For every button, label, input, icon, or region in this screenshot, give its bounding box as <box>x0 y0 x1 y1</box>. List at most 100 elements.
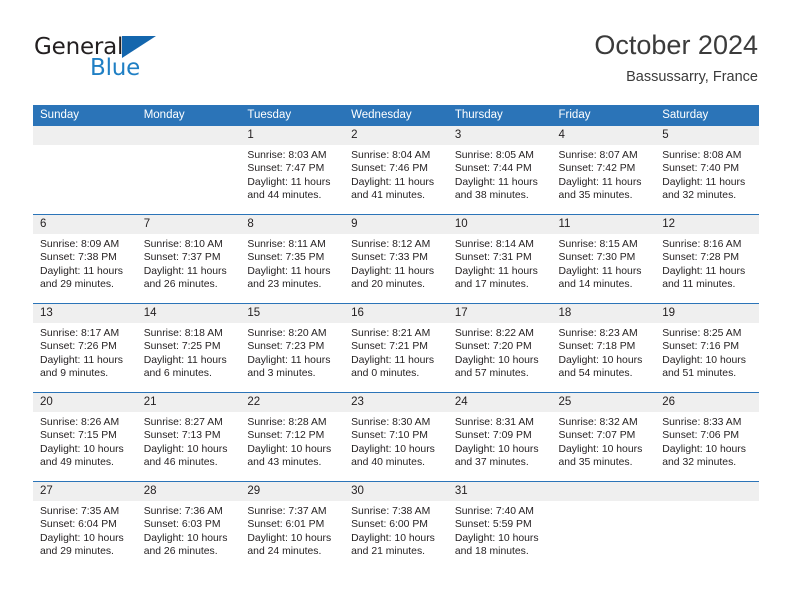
daylight-text: Daylight: 10 hours <box>247 532 332 544</box>
day-details: Sunrise: 8:04 AM Sunset: 7:46 PM Daylight:… <box>344 145 448 203</box>
calendar-day-cell[interactable]: 14 Sunrise: 8:18 AM Sunset: 7:25 PM Dayligh… <box>136 303 241 393</box>
sunset-text: Sunset: 7:07 PM <box>558 430 636 442</box>
calendar-day-cell[interactable]: 21 Sunrise: 8:27 AM Sunset: 7:13 PM Dayligh… <box>136 392 241 482</box>
calendar-day-cell[interactable]: 13 Sunrise: 8:17 AM Sunset: 7:26 PM Dayligh… <box>33 303 137 393</box>
sunset-text: Sunset: 7:21 PM <box>351 341 428 353</box>
sunset-text: Sunset: 6:01 PM <box>247 519 325 531</box>
general-blue-logo[interactable]: General Blue <box>34 32 234 90</box>
calendar-day-cell[interactable]: 10 Sunrise: 8:14 AM Sunset: 7:31 PM Dayligh… <box>447 214 552 304</box>
calendar-day-cell[interactable]: 5 Sunrise: 8:08 AM Sunset: 7:40 PM Daylight… <box>655 126 759 215</box>
day-details: Sunrise: 8:03 AM Sunset: 7:47 PM Daylight:… <box>240 145 344 203</box>
weekday-header-wednesday: Wednesday <box>344 105 448 126</box>
sunset-text: Sunset: 7:10 PM <box>351 430 428 442</box>
calendar-day-cell[interactable]: 16 Sunrise: 8:21 AM Sunset: 7:21 PM Dayligh… <box>344 303 448 393</box>
daylight-text: Daylight: 11 hours <box>351 265 435 277</box>
calendar-day-cell[interactable]: 23 Sunrise: 8:30 AM Sunset: 7:10 PM Dayligh… <box>344 392 448 482</box>
calendar-day-cell[interactable]: 26 Sunrise: 8:33 AM Sunset: 7:06 PM Dayligh… <box>655 392 759 482</box>
sunset-text: Sunset: 7:13 PM <box>143 430 221 442</box>
calendar-day-cell[interactable]: 30 Sunrise: 7:38 AM Sunset: 6:00 PM Dayligh… <box>344 481 448 570</box>
day-number: 12 <box>655 215 759 234</box>
daylight-text-cont: and 29 minutes. <box>40 546 114 558</box>
daylight-text-cont: and 41 minutes. <box>351 190 426 202</box>
sunrise-text: Sunrise: 7:38 AM <box>351 506 431 517</box>
calendar-day-cell[interactable]: 22 Sunrise: 8:28 AM Sunset: 7:12 PM Dayligh… <box>240 392 345 482</box>
calendar-day-cell[interactable]: 4 Sunrise: 8:07 AM Sunset: 7:42 PM Daylight… <box>551 126 656 215</box>
daylight-text-cont: and 35 minutes. <box>558 457 633 469</box>
calendar-day-cell[interactable]: 3 Sunrise: 8:05 AM Sunset: 7:44 PM Daylight… <box>447 126 552 215</box>
day-details: Sunrise: 8:31 AM Sunset: 7:09 PM Daylight:… <box>448 412 552 470</box>
day-number <box>551 482 656 501</box>
sunrise-text: Sunrise: 8:25 AM <box>662 328 742 339</box>
sunrise-text: Sunrise: 7:40 AM <box>454 506 534 517</box>
sunset-text: Sunset: 6:00 PM <box>351 519 428 531</box>
calendar-week-row: 20 Sunrise: 8:26 AM Sunset: 7:15 PM Dayligh… <box>33 392 759 482</box>
daylight-text-cont: and 17 minutes. <box>454 279 529 291</box>
calendar-day-cell[interactable]: 12 Sunrise: 8:16 AM Sunset: 7:28 PM Dayligh… <box>655 214 759 304</box>
day-details: Sunrise: 8:14 AM Sunset: 7:31 PM Daylight:… <box>448 234 552 292</box>
sunrise-text: Sunrise: 8:04 AM <box>351 150 431 161</box>
calendar-day-cell[interactable]: 31 Sunrise: 7:40 AM Sunset: 5:59 PM Dayligh… <box>447 481 552 570</box>
calendar-day-cell[interactable]: 2 Sunrise: 8:04 AM Sunset: 7:46 PM Daylight… <box>344 126 448 215</box>
calendar-day-cell[interactable]: 15 Sunrise: 8:20 AM Sunset: 7:23 PM Dayligh… <box>240 303 345 393</box>
calendar-day-cell[interactable]: 18 Sunrise: 8:23 AM Sunset: 7:18 PM Dayligh… <box>551 303 656 393</box>
sunrise-text: Sunrise: 8:26 AM <box>40 417 120 428</box>
daylight-text: Daylight: 10 hours <box>247 443 332 455</box>
calendar-day-cell[interactable]: 8 Sunrise: 8:11 AM Sunset: 7:35 PM Daylight… <box>240 214 345 304</box>
sunrise-text: Sunrise: 8:12 AM <box>351 239 431 250</box>
calendar-day-cell[interactable]: 17 Sunrise: 8:22 AM Sunset: 7:20 PM Dayligh… <box>447 303 552 393</box>
calendar-day-cell[interactable]: 6 Sunrise: 8:09 AM Sunset: 7:38 PM Daylight… <box>33 214 137 304</box>
daylight-text-cont: and 44 minutes. <box>247 190 322 202</box>
sunset-text: Sunset: 7:16 PM <box>662 341 740 353</box>
daylight-text: Daylight: 10 hours <box>351 443 435 455</box>
day-number: 16 <box>344 304 448 323</box>
calendar-day-cell[interactable]: 19 Sunrise: 8:25 AM Sunset: 7:16 PM Dayligh… <box>655 303 759 393</box>
daylight-text-cont: and 35 minutes. <box>558 190 633 202</box>
sunset-text: Sunset: 7:12 PM <box>247 430 325 442</box>
daylight-text: Daylight: 10 hours <box>143 532 228 544</box>
calendar-day-cell[interactable]: 11 Sunrise: 8:15 AM Sunset: 7:30 PM Dayligh… <box>551 214 656 304</box>
calendar-day-cell[interactable]: 1 Sunrise: 8:03 AM Sunset: 7:47 PM Daylight… <box>240 126 345 215</box>
daylight-text: Daylight: 11 hours <box>247 354 331 366</box>
calendar-week-row: 6 Sunrise: 8:09 AM Sunset: 7:38 PM Daylight… <box>33 214 759 304</box>
day-details: Sunrise: 8:10 AM Sunset: 7:37 PM Daylight:… <box>137 234 241 292</box>
weekday-header-row: Sunday Monday Tuesday Wednesday Thursday… <box>33 105 759 126</box>
calendar-day-cell[interactable]: 25 Sunrise: 8:32 AM Sunset: 7:07 PM Dayligh… <box>551 392 656 482</box>
sunrise-text: Sunrise: 8:20 AM <box>247 328 327 339</box>
daylight-text-cont: and 57 minutes. <box>454 368 529 380</box>
calendar-day-cell[interactable]: 24 Sunrise: 8:31 AM Sunset: 7:09 PM Dayligh… <box>447 392 552 482</box>
weekday-header-saturday: Saturday <box>655 105 759 126</box>
daylight-text-cont: and 46 minutes. <box>143 457 218 469</box>
daylight-text: Daylight: 11 hours <box>247 265 331 277</box>
day-number: 9 <box>344 215 448 234</box>
logo-text-blue: Blue <box>90 55 141 81</box>
day-details: Sunrise: 8:17 AM Sunset: 7:26 PM Daylight:… <box>33 323 137 381</box>
day-number: 19 <box>655 304 759 323</box>
day-number: 11 <box>551 215 656 234</box>
calendar-day-cell[interactable]: 28 Sunrise: 7:36 AM Sunset: 6:03 PM Dayligh… <box>136 481 241 570</box>
day-details: Sunrise: 7:40 AM Sunset: 5:59 PM Daylight:… <box>448 501 552 559</box>
sunrise-text: Sunrise: 8:27 AM <box>143 417 223 428</box>
daylight-text: Daylight: 11 hours <box>247 176 331 188</box>
sunset-text: Sunset: 7:35 PM <box>247 252 325 264</box>
sunrise-text: Sunrise: 8:31 AM <box>454 417 534 428</box>
sunrise-text: Sunrise: 8:32 AM <box>558 417 638 428</box>
calendar-day-cell[interactable]: 29 Sunrise: 7:37 AM Sunset: 6:01 PM Dayligh… <box>240 481 345 570</box>
day-number: 8 <box>240 215 345 234</box>
sunrise-text: Sunrise: 8:33 AM <box>662 417 742 428</box>
calendar-day-cell[interactable]: 20 Sunrise: 8:26 AM Sunset: 7:15 PM Dayligh… <box>33 392 137 482</box>
calendar-day-cell[interactable]: 27 Sunrise: 7:35 AM Sunset: 6:04 PM Dayligh… <box>33 481 137 570</box>
page-subtitle: Bassussarry, France <box>626 69 758 85</box>
day-details: Sunrise: 8:08 AM Sunset: 7:40 PM Daylight:… <box>655 145 759 203</box>
day-details: Sunrise: 8:30 AM Sunset: 7:10 PM Daylight:… <box>344 412 448 470</box>
calendar-day-cell[interactable]: 7 Sunrise: 8:10 AM Sunset: 7:37 PM Daylight… <box>136 214 241 304</box>
daylight-text-cont: and 26 minutes. <box>143 546 218 558</box>
daylight-text: Daylight: 10 hours <box>454 532 539 544</box>
day-number: 2 <box>344 126 448 145</box>
calendar-day-cell[interactable]: 9 Sunrise: 8:12 AM Sunset: 7:33 PM Daylight… <box>344 214 448 304</box>
day-details: Sunrise: 8:16 AM Sunset: 7:28 PM Daylight:… <box>655 234 759 292</box>
daylight-text-cont: and 6 minutes. <box>143 368 212 380</box>
daylight-text-cont: and 29 minutes. <box>40 279 114 291</box>
daylight-text-cont: and 21 minutes. <box>351 546 426 558</box>
daylight-text-cont: and 32 minutes. <box>662 190 737 202</box>
sunset-text: Sunset: 7:28 PM <box>662 252 740 264</box>
